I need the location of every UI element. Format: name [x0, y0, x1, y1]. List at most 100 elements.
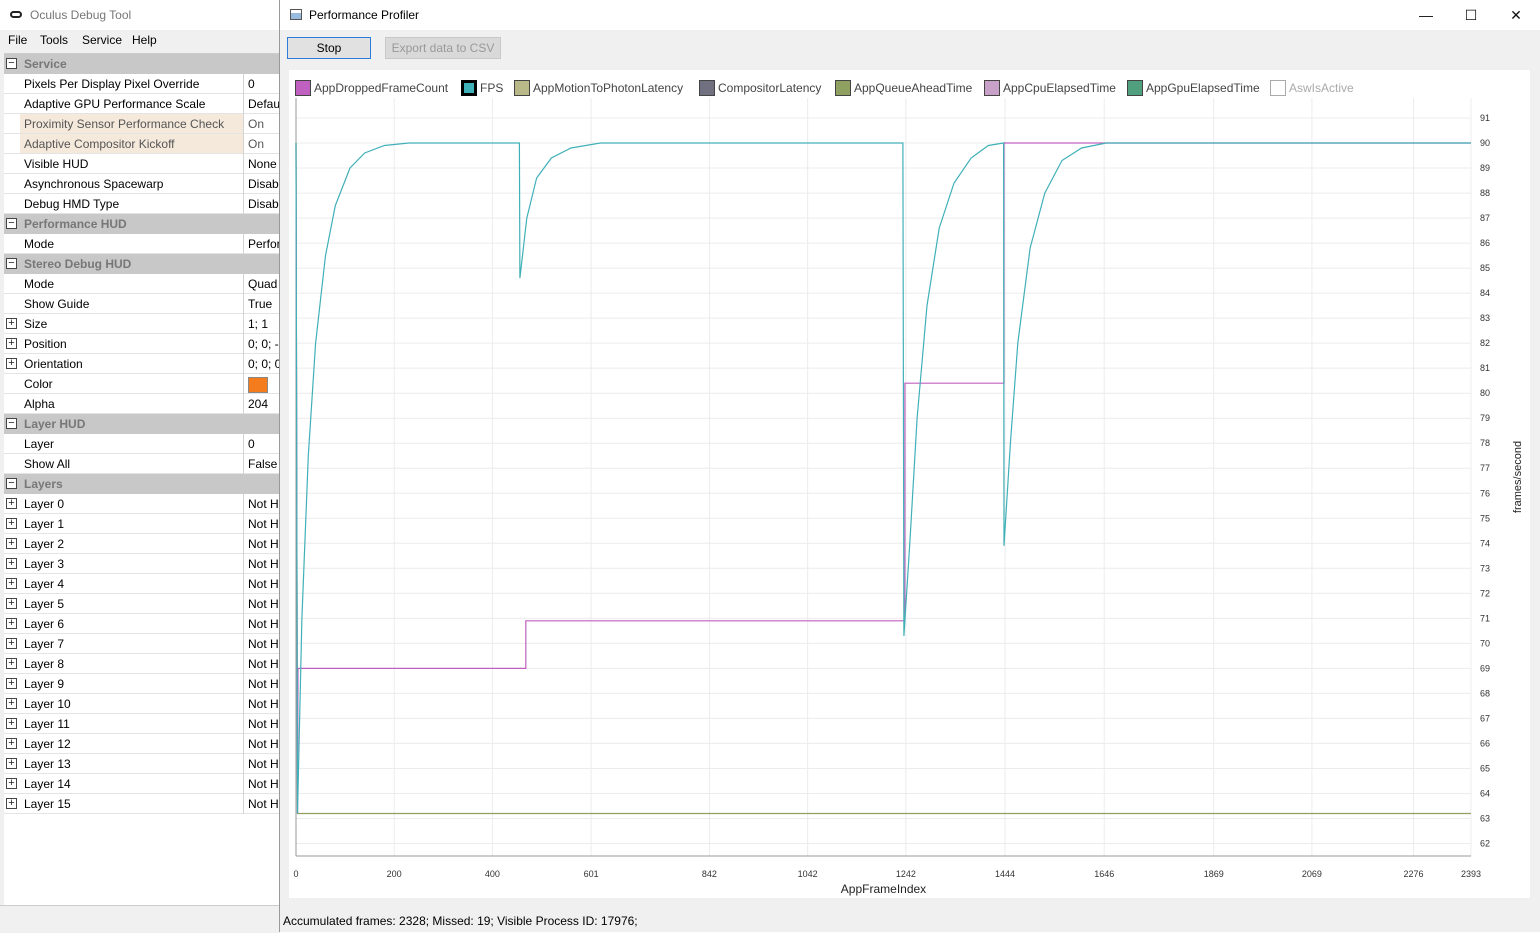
expand-icon[interactable]: + [6, 538, 17, 549]
property-row[interactable]: + Layer 2 Not H [4, 534, 280, 554]
property-row[interactable]: Alpha 204 [4, 394, 280, 414]
expand-icon[interactable]: + [6, 598, 17, 609]
property-row[interactable]: + Layer 13 Not H [4, 754, 280, 774]
property-name: Layer 1 [24, 517, 65, 531]
property-row[interactable]: + Layer 15 Not H [4, 794, 280, 814]
close-icon[interactable]: ✕ [1505, 4, 1527, 26]
expand-icon[interactable]: + [6, 778, 17, 789]
collapse-icon[interactable]: − [6, 478, 17, 489]
collapse-icon[interactable]: − [6, 418, 17, 429]
category-row[interactable]: − Layers [4, 474, 280, 494]
property-name: Layer 12 [24, 737, 71, 751]
menu-help[interactable]: Help [132, 33, 157, 47]
property-value: 204 [248, 397, 269, 411]
expand-icon[interactable]: + [6, 578, 17, 589]
menu-tools[interactable]: Tools [40, 33, 68, 47]
property-row[interactable]: + Layer 8 Not H [4, 654, 280, 674]
property-value: Not H [248, 657, 279, 671]
expand-icon[interactable]: + [6, 558, 17, 569]
chart-area: AppDroppedFrameCount FPS AppMotionToPhoton… [289, 70, 1530, 898]
property-row[interactable]: Color [4, 374, 280, 394]
property-value: Not H [248, 497, 279, 511]
expand-icon[interactable]: + [6, 698, 17, 709]
collapse-icon[interactable]: − [6, 258, 17, 269]
profiler-title: Performance Profiler [309, 8, 420, 22]
property-row[interactable]: + Layer 14 Not H [4, 774, 280, 794]
property-value: False [248, 457, 278, 471]
category-row[interactable]: − Performance HUD [4, 214, 280, 234]
property-row[interactable]: + Layer 0 Not H [4, 494, 280, 514]
y-tick-label: 62 [1480, 838, 1490, 848]
x-tick-label: 1869 [1204, 869, 1224, 879]
property-value: 1; 1 [248, 317, 269, 331]
collapse-icon[interactable]: − [6, 218, 17, 229]
expand-icon[interactable]: + [6, 678, 17, 689]
property-row[interactable]: + Layer 6 Not H [4, 614, 280, 634]
property-row[interactable]: + Position 0; 0; - [4, 334, 280, 354]
x-tick-label: 1444 [995, 869, 1015, 879]
property-row[interactable]: Proximity Sensor Performance Check On [4, 114, 280, 134]
stop-button[interactable]: Stop [287, 37, 371, 59]
property-name: Position [24, 337, 67, 351]
property-value: Quad [248, 277, 278, 291]
category-row[interactable]: − Layer HUD [4, 414, 280, 434]
property-row[interactable]: + Layer 11 Not H [4, 714, 280, 734]
expand-icon[interactable]: + [6, 618, 17, 629]
property-row[interactable]: Visible HUD None [4, 154, 280, 174]
property-row[interactable]: Mode Quad [4, 274, 280, 294]
property-row[interactable]: + Layer 7 Not H [4, 634, 280, 654]
property-name: Proximity Sensor Performance Check [24, 117, 225, 131]
maximize-icon[interactable]: ☐ [1460, 4, 1482, 26]
property-row[interactable]: + Layer 3 Not H [4, 554, 280, 574]
expand-icon[interactable]: + [6, 318, 17, 329]
collapse-icon[interactable]: − [6, 58, 17, 69]
expand-icon[interactable]: + [6, 518, 17, 529]
minimize-icon[interactable]: — [1415, 4, 1437, 26]
expand-icon[interactable]: + [6, 498, 17, 509]
performance-profiler-window: Performance Profiler — ☐ ✕ Stop Export d… [279, 0, 1540, 932]
property-value: Not H [248, 577, 279, 591]
category-row[interactable]: − Service [4, 54, 280, 74]
expand-icon[interactable]: + [6, 658, 17, 669]
y-tick-label: 81 [1480, 363, 1490, 373]
property-row[interactable]: Asynchronous Spacewarp Disabl [4, 174, 280, 194]
expand-icon[interactable]: + [6, 718, 17, 729]
property-value: Not H [248, 777, 279, 791]
expand-icon[interactable]: + [6, 338, 17, 349]
menu-service[interactable]: Service [82, 33, 122, 47]
property-name: Asynchronous Spacewarp [24, 177, 164, 191]
property-row[interactable]: + Layer 5 Not H [4, 594, 280, 614]
property-row[interactable]: Mode Perfor [4, 234, 280, 254]
property-row[interactable]: Show All False [4, 454, 280, 474]
color-swatch[interactable] [248, 377, 268, 393]
property-name: Layer 3 [24, 557, 65, 571]
property-row[interactable]: + Layer 1 Not H [4, 514, 280, 534]
property-row[interactable]: Show Guide True [4, 294, 280, 314]
property-value: 0 [248, 77, 255, 91]
property-row[interactable]: Adaptive Compositor Kickoff On [4, 134, 280, 154]
property-name: Color [24, 377, 53, 391]
property-row[interactable]: Pixels Per Display Pixel Override 0 [4, 74, 280, 94]
property-row[interactable]: + Layer 9 Not H [4, 674, 280, 694]
property-row[interactable]: + Size 1; 1 [4, 314, 280, 334]
expand-icon[interactable]: + [6, 758, 17, 769]
y-tick-label: 74 [1480, 538, 1490, 548]
y-tick-label: 73 [1480, 563, 1490, 573]
property-row[interactable]: Debug HMD Type Disabl [4, 194, 280, 214]
property-row[interactable]: + Layer 10 Not H [4, 694, 280, 714]
expand-icon[interactable]: + [6, 638, 17, 649]
property-row[interactable]: + Layer 4 Not H [4, 574, 280, 594]
property-name: Layer 15 [24, 797, 71, 811]
property-row[interactable]: Layer 0 [4, 434, 280, 454]
property-row[interactable]: + Layer 12 Not H [4, 734, 280, 754]
property-row[interactable]: Adaptive GPU Performance Scale Defau [4, 94, 280, 114]
expand-icon[interactable]: + [6, 358, 17, 369]
expand-icon[interactable]: + [6, 798, 17, 809]
property-value: Defau [248, 97, 280, 111]
expand-icon[interactable]: + [6, 738, 17, 749]
category-row[interactable]: − Stereo Debug HUD [4, 254, 280, 274]
menu-file[interactable]: File [8, 33, 27, 47]
property-row[interactable]: + Orientation 0; 0; 0 [4, 354, 280, 374]
export-csv-button[interactable]: Export data to CSV [385, 37, 501, 59]
property-name: Size [24, 317, 48, 331]
